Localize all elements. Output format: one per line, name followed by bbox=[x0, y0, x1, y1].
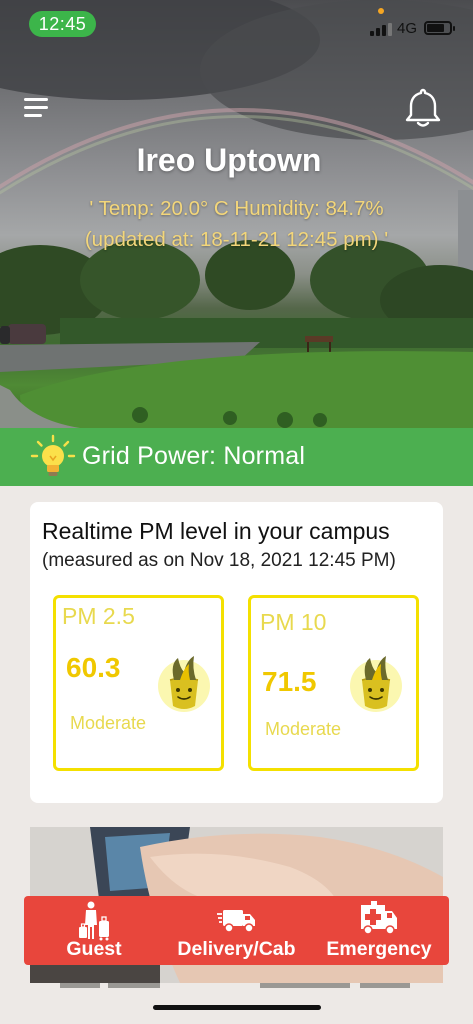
grid-power-banner: Grid Power: Normal bbox=[0, 428, 473, 486]
hamburger-menu-icon[interactable] bbox=[24, 98, 50, 118]
emergency-label: Emergency bbox=[326, 938, 432, 960]
delivery-cab-label: Delivery/Cab bbox=[177, 938, 296, 960]
status-time: 12:45 bbox=[29, 11, 96, 37]
ambulance-icon bbox=[361, 901, 397, 935]
guest-luggage-icon bbox=[79, 901, 109, 941]
moderate-mask-icon bbox=[158, 656, 210, 712]
pm-card-subtitle: (measured as on Nov 18, 2021 12:45 PM) bbox=[42, 550, 396, 571]
pm25-label: PM 2.5 bbox=[62, 603, 135, 629]
campus-name: Ireo Uptown bbox=[136, 142, 322, 178]
weather-updated-at: (updated at: 18-11-21 12:45 pm) ' bbox=[84, 228, 389, 251]
delivery-truck-icon bbox=[216, 910, 255, 933]
pm25-tile[interactable]: PM 2.5 60.3 Moderate bbox=[53, 595, 224, 771]
status-bar: 12:45 4G bbox=[0, 0, 473, 44]
lightbulb-icon bbox=[30, 434, 76, 476]
pm10-status: Moderate bbox=[264, 719, 342, 739]
quick-action-bar: Guest Delivery/Cab Emergency bbox=[24, 896, 449, 965]
pm10-tile[interactable]: PM 10 71.5 Moderate bbox=[248, 595, 419, 771]
network-type: 4G bbox=[397, 20, 418, 37]
pm-card-title: Realtime PM level in your campus bbox=[42, 518, 390, 544]
pm25-value: 60.3 bbox=[66, 652, 121, 683]
pm10-value: 71.5 bbox=[262, 666, 317, 697]
guest-button[interactable]: Guest bbox=[34, 896, 154, 965]
pm25-status: Moderate bbox=[69, 713, 147, 733]
hero-banner: 12:45 4G Ireo Uptown ' Temp: 20.0° C Hum… bbox=[0, 0, 473, 428]
battery-icon bbox=[424, 21, 455, 35]
privacy-indicator-dot bbox=[378, 8, 384, 14]
home-indicator[interactable] bbox=[153, 1005, 321, 1010]
weather-readout: ' Temp: 20.0° C Humidity: 84.7% bbox=[89, 197, 384, 220]
emergency-button[interactable]: Emergency bbox=[319, 896, 439, 965]
notification-bell-icon[interactable] bbox=[403, 86, 443, 130]
moderate-mask-icon bbox=[350, 656, 402, 712]
promo-caption-peek bbox=[60, 978, 430, 988]
grid-power-status: Grid Power: Normal bbox=[82, 442, 306, 470]
pm10-label: PM 10 bbox=[260, 609, 327, 635]
cellular-signal-icon bbox=[370, 23, 392, 36]
pm-level-card: Realtime PM level in your campus (measur… bbox=[30, 502, 443, 803]
guest-label: Guest bbox=[66, 938, 122, 960]
delivery-cab-button[interactable]: Delivery/Cab bbox=[164, 896, 309, 965]
